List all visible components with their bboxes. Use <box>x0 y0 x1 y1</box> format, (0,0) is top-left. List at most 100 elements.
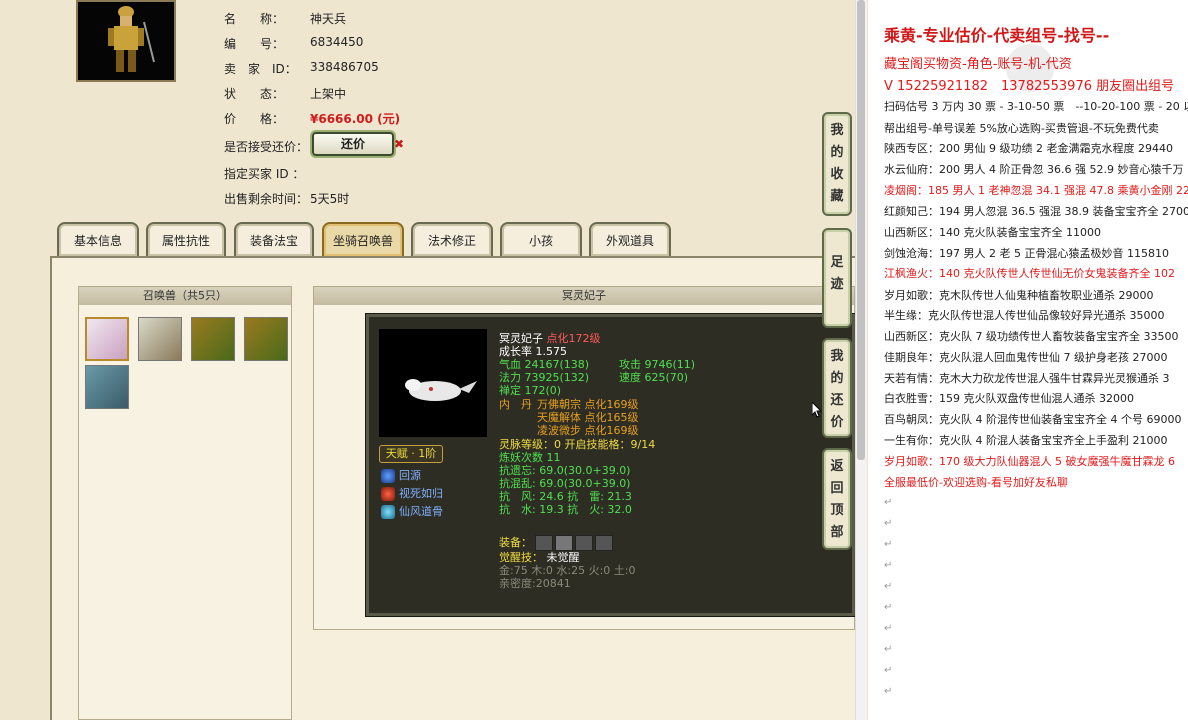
equip-slot-3[interactable] <box>575 535 593 551</box>
name-label: 名 称： <box>224 12 285 26</box>
white-fox-icon <box>405 379 477 401</box>
resist-confuse: 抗混乱: 69.0(30.0+39.0) <box>499 477 631 490</box>
notes-line: 红颜知己：194 男人忽混 36.5 强混 38.9 装备宝宝齐全 2700 <box>884 205 1188 218</box>
paragraph-mark: ↵ <box>884 539 893 550</box>
notes-line: 百鸟朝凤：克火队 4 阶混传世仙装备宝宝齐全 4 个号 69000 <box>884 413 1182 426</box>
notes-line-2: 藏宝阁买物资-角色-账号-机-代资 <box>884 57 1072 72</box>
neidan-3: 凌波微步 点化169级 <box>537 424 639 437</box>
paragraph-mark: ↵ <box>884 686 893 697</box>
awaken-label: 觉醒技： <box>499 551 543 564</box>
notes-line: 江枫渔火：140 克火队传世人传世仙无价女鬼装备齐全 102 <box>884 267 1175 280</box>
tab-appearance[interactable]: 外观道具 <box>589 222 671 256</box>
warrior-figure-icon <box>108 6 155 72</box>
skill-2-label: 视死如归 <box>399 487 443 500</box>
tab-attributes[interactable]: 属性抗性 <box>146 222 226 256</box>
seller-value: 338486705 <box>310 60 379 74</box>
notes-line: 凌烟阁：185 男人 1 老神忽混 34.1 强混 47.8 乘黄小金刚 22 <box>884 184 1188 197</box>
notes-line: 佳期良年：克火队混人回血鬼传世仙 7 级护身老孩 27000 <box>884 351 1168 364</box>
seller-label: 卖 家 ID： <box>224 62 297 76</box>
notes-title: 乘黄-专业估价-代卖组号-找号-- <box>884 26 1110 45</box>
id-label: 编 号： <box>224 37 285 51</box>
price-label: 价 格： <box>224 112 285 126</box>
resist-forget: 抗遗忘: 69.0(30.0+39.0) <box>499 464 631 477</box>
counter-offer-label: 是否接受还价： <box>224 140 309 154</box>
paragraph-mark: ↵ <box>884 518 893 529</box>
notes-line: 帮出组号-单号误差 5%放心选购-买贵管退-不玩免费代卖 <box>884 122 1159 135</box>
status-label: 状 态： <box>224 87 285 101</box>
summon-tooltip: 冥灵妃子 点化172级 成长率 1.575 气血 24167(138) 攻击 9… <box>366 314 855 616</box>
footprint-label: 足迹 <box>830 255 844 292</box>
tab-spell-correction[interactable]: 法术修正 <box>411 222 493 256</box>
back-to-top-label: 返回顶部 <box>830 459 844 540</box>
equip-slot-4[interactable] <box>595 535 613 551</box>
summon-thumb-3[interactable] <box>191 317 235 361</box>
resist-wind-thunder: 抗 风: 24.6 抗 雷: 21.3 <box>499 490 632 503</box>
footprint-button[interactable]: 足迹 <box>822 228 852 328</box>
summon-list-header: 召唤兽（共5只） <box>79 287 291 305</box>
summon-name: 冥灵妃子 <box>499 332 543 345</box>
character-portrait <box>76 0 176 82</box>
tab-equipment[interactable]: 装备法宝 <box>234 222 314 256</box>
notes-line: 天若有情：克木大力砍龙传世混人强牛甘霖异光灵猴通杀 3 <box>884 372 1170 385</box>
summon-thumb-4[interactable] <box>244 317 288 361</box>
summon-thumb-2[interactable] <box>138 317 182 361</box>
name-value: 神天兵 <box>310 12 347 26</box>
skill-3-label: 仙风道骨 <box>399 505 443 518</box>
my-counter-offers-label: 我的还价 <box>830 349 844 430</box>
paragraph-mark: ↵ <box>884 644 893 655</box>
summon-list-panel: 召唤兽（共5只） <box>78 286 292 720</box>
talent-badge: 天赋 · 1阶 <box>379 445 443 463</box>
element-stats: 金:75 木:0 水:25 火:0 土:0 <box>499 564 636 577</box>
resist-water-fire: 抗 水: 19.3 抗 火: 32.0 <box>499 503 632 516</box>
notes-line: 山西新区：克火队 7 级功绩传世人畜牧装备宝宝齐全 33500 <box>884 330 1179 343</box>
notes-line: 剑蚀沧海：197 男人 2 老 5 正骨混心猿孟极妙音 115810 <box>884 247 1169 260</box>
tab-children[interactable]: 小孩 <box>500 222 582 256</box>
notes-line: 白衣胜雪：159 克火队双盘传世仙混人通杀 32000 <box>884 392 1134 405</box>
neidan-label: 内 丹 <box>499 398 532 411</box>
notes-line: 陕西专区：200 男仙 9 级功绩 2 老金满霜克水程度 29440 <box>884 142 1173 155</box>
paragraph-mark: ↵ <box>884 581 893 592</box>
paragraph-mark: ↵ <box>884 602 893 613</box>
skill-huiyuan-icon <box>381 469 395 483</box>
summon-growth: 成长率 1.575 <box>499 345 567 358</box>
mouse-cursor-icon <box>812 402 822 418</box>
notes-line: 一生有你：克火队 4 阶混人装备宝宝齐全上手盈利 21000 <box>884 434 1168 447</box>
paragraph-mark: ↵ <box>884 497 893 508</box>
neidan-1: 万佛朝宗 点化169级 <box>537 398 639 411</box>
my-favorites-label: 我的收藏 <box>830 123 844 204</box>
tab-mounts-summons[interactable]: 坐骑召唤兽 <box>322 222 404 256</box>
price-value: ¥6666.00 (元) <box>310 112 401 126</box>
refine-count: 炼妖次数 11 <box>499 451 561 464</box>
my-counter-offers-button[interactable]: 我的还价 <box>822 338 852 438</box>
equip-slot-1[interactable] <box>535 535 553 551</box>
notes-line-3: V 15225921182 13782553976 朋友圈出组号 <box>884 79 1175 94</box>
tab-basic-info[interactable]: 基本信息 <box>57 222 139 256</box>
counter-offer-button[interactable]: 还价 <box>312 132 394 156</box>
time-left-label: 出售剩余时间： <box>224 192 309 206</box>
summon-speed: 速度 625(70) <box>619 371 689 384</box>
no-counter-offer-icon: ✖ <box>394 137 405 151</box>
summon-detail-header: 冥灵妃子 <box>314 287 854 305</box>
skill-1-label: 回源 <box>399 469 421 482</box>
id-value: 6834450 <box>310 35 364 49</box>
notes-pane: 乘黄-专业估价-代卖组号-找号-- 藏宝阁买物资-角色-账号-机-代资 V 15… <box>868 0 1188 720</box>
summon-level: 点化172级 <box>546 332 601 345</box>
page-scrollbar-thumb[interactable] <box>857 0 865 460</box>
summon-zen: 禅定 172(0) <box>499 384 562 397</box>
summon-attack: 攻击 9746(11) <box>619 358 696 371</box>
buyer-id-label: 指定买家 ID ： <box>224 167 305 181</box>
back-to-top-button[interactable]: 返回顶部 <box>822 448 852 550</box>
summon-thumb-1[interactable] <box>85 317 129 361</box>
listing-pane: 名 称： 神天兵 编 号： 6834450 卖 家 ID： 338486705 … <box>0 0 855 720</box>
neidan-2: 天魔解体 点化165级 <box>537 411 639 424</box>
paragraph-mark: ↵ <box>884 623 893 634</box>
spirit-level: 灵脉等级：0 开启技能格：9/14 <box>499 438 656 451</box>
notes-line: 岁月如歌：170 级大力队仙器混人 5 破女魔强牛魔甘霖龙 6 <box>884 455 1175 468</box>
notes-line: 半生缘：克火队传世混人传世仙品像较好异光通杀 35000 <box>884 309 1165 322</box>
my-favorites-button[interactable]: 我的收藏 <box>822 112 852 216</box>
equip-label: 装备： <box>499 536 532 549</box>
notes-line: 扫码估号 3 万内 30 票 - 3-10-50 票 --10-20-100 票… <box>884 100 1188 113</box>
equip-slot-2[interactable] <box>555 535 573 551</box>
summon-image <box>379 329 487 437</box>
summon-thumb-5[interactable] <box>85 365 129 409</box>
